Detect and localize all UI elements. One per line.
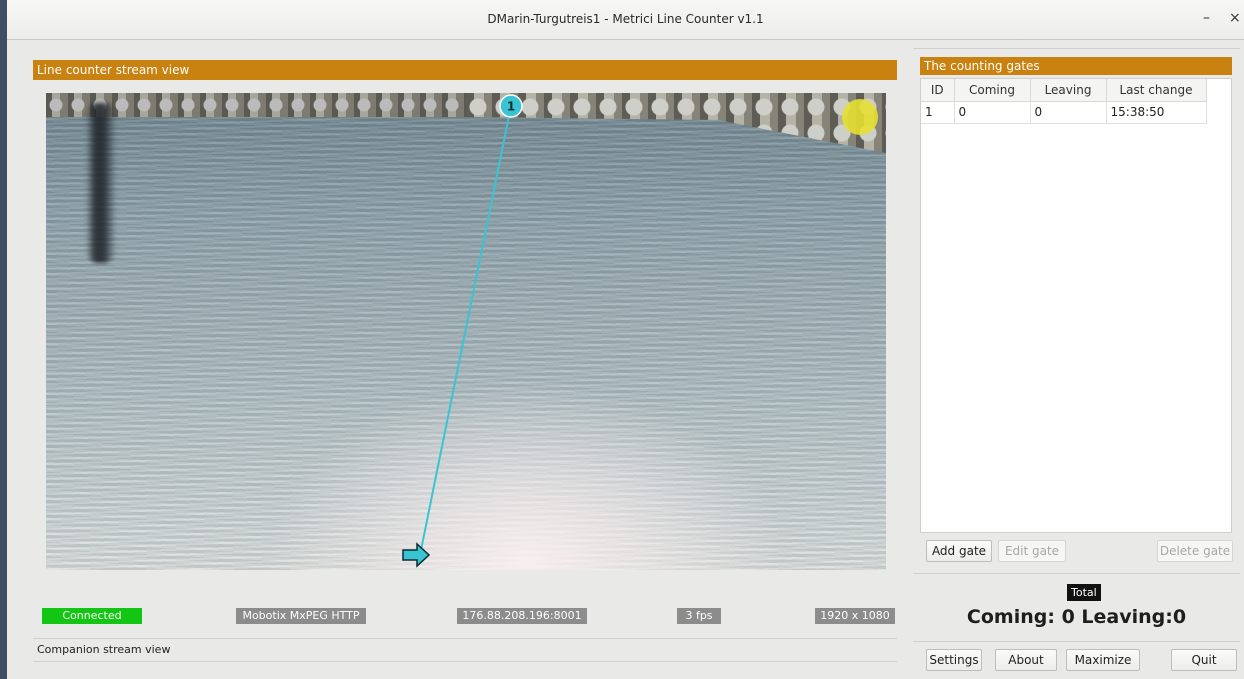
cell-last-change: 15:38:50 bbox=[1106, 101, 1207, 124]
total-summary: Coming: 0 Leaving:0 bbox=[966, 606, 1187, 628]
panel-divider-bottom bbox=[913, 641, 1240, 642]
cell-leaving: 0 bbox=[1030, 101, 1107, 124]
fps-label: 3 fps bbox=[677, 608, 721, 624]
window-left-border bbox=[0, 0, 7, 679]
cell-id: 1 bbox=[921, 101, 955, 124]
settings-button[interactable]: Settings bbox=[926, 649, 982, 671]
total-badge: Total bbox=[1067, 584, 1101, 601]
title-bar: DMarin-Turgutreis1 - Metrici Line Counte… bbox=[7, 0, 1244, 40]
quit-button[interactable]: Quit bbox=[1171, 649, 1237, 671]
codec-label: Mobotix MxPEG HTTP bbox=[236, 608, 366, 624]
about-button[interactable]: About bbox=[995, 649, 1057, 671]
gate-overlay: 1 bbox=[402, 94, 523, 568]
camera-stream-video[interactable]: 1 bbox=[46, 93, 886, 570]
companion-stream-view: Companion stream view bbox=[33, 638, 897, 662]
gates-table-area: ID Coming Leaving Last change 1 0 0 15:3… bbox=[920, 78, 1232, 533]
table-header-row: ID Coming Leaving Last change bbox=[921, 79, 1207, 102]
stream-view-header: Line counter stream view bbox=[33, 60, 897, 80]
connection-status: Connected bbox=[42, 608, 142, 624]
add-gate-button[interactable]: Add gate bbox=[926, 540, 992, 562]
panel-divider-top bbox=[913, 48, 1240, 49]
arrow-right-icon[interactable] bbox=[402, 542, 431, 568]
close-icon[interactable]: × bbox=[1229, 10, 1241, 26]
gate-line[interactable] bbox=[419, 105, 512, 556]
gate-marker-label: 1 bbox=[507, 100, 515, 114]
maximize-button[interactable]: Maximize bbox=[1066, 649, 1140, 671]
cell-coming: 0 bbox=[954, 101, 1031, 124]
window-title: DMarin-Turgutreis1 - Metrici Line Counte… bbox=[487, 12, 764, 26]
panel-divider-mid bbox=[913, 573, 1240, 574]
column-header-coming[interactable]: Coming bbox=[954, 79, 1031, 102]
gates-table: ID Coming Leaving Last change 1 0 0 15:3… bbox=[921, 79, 1207, 124]
column-header-leaving[interactable]: Leaving bbox=[1030, 79, 1107, 102]
minimize-icon[interactable]: – bbox=[1203, 10, 1210, 26]
resolution-label: 1920 x 1080 bbox=[815, 608, 895, 624]
table-row[interactable]: 1 0 0 15:38:50 bbox=[921, 101, 1207, 124]
edit-gate-button[interactable]: Edit gate bbox=[998, 540, 1066, 562]
column-header-id[interactable]: ID bbox=[921, 79, 955, 102]
address-label: 176.88.208.196:8001 bbox=[457, 608, 587, 624]
gates-header: The counting gates bbox=[920, 57, 1232, 75]
column-header-last-change[interactable]: Last change bbox=[1106, 79, 1207, 102]
delete-gate-button[interactable]: Delete gate bbox=[1157, 540, 1233, 562]
